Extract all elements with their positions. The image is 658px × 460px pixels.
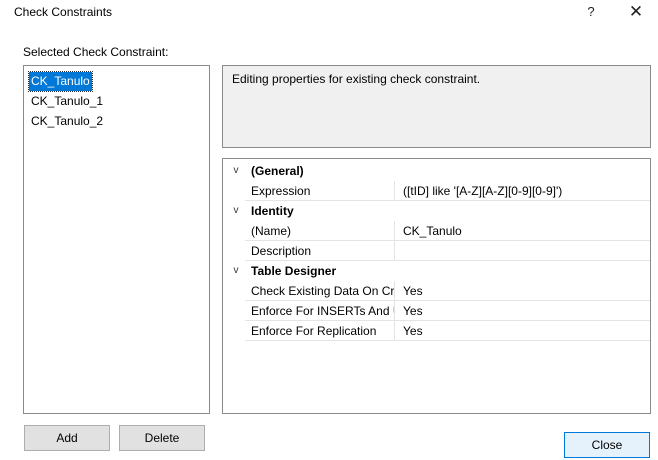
selected-constraint-label: Selected Check Constraint: [23,45,169,59]
category-row-general[interactable]: v (General) [223,161,650,181]
help-button[interactable]: ? [580,1,602,23]
property-value[interactable]: Yes [395,321,650,341]
add-button[interactable]: Add [24,425,110,451]
delete-button[interactable]: Delete [119,425,205,451]
property-row[interactable]: Description [223,241,650,261]
property-row[interactable]: Expression ([tID] like '[A-Z][A-Z][0-9][… [223,181,650,201]
property-value[interactable]: Yes [395,301,650,321]
title-bar: Check Constraints ? ✕ [0,0,658,26]
description-panel: Editing properties for existing check co… [222,65,651,148]
property-name: (Name) [245,221,395,241]
chevron-down-icon[interactable]: v [229,161,243,181]
property-name: Expression [245,181,395,201]
property-value[interactable]: ([tID] like '[A-Z][A-Z][0-9][0-9]') [395,181,650,201]
property-name: Description [245,241,395,261]
list-item[interactable]: CK_Tanulo_1 [29,92,105,111]
property-grid[interactable]: v (General) Expression ([tID] like '[A-Z… [222,158,651,414]
property-name: Check Existing Data On Cr [245,281,395,301]
close-button[interactable]: Close [564,432,650,458]
description-text: Editing properties for existing check co… [232,72,481,86]
category-name: Identity [251,204,294,218]
property-row[interactable]: Check Existing Data On Cr Yes [223,281,650,301]
category-name: Table Designer [251,264,337,278]
property-row[interactable]: (Name) CK_Tanulo [223,221,650,241]
window-title: Check Constraints [14,5,113,19]
property-value[interactable]: CK_Tanulo [395,221,650,241]
list-item[interactable]: CK_Tanulo [28,71,93,92]
property-row[interactable]: Enforce For Replication Yes [223,321,650,341]
property-name: Enforce For INSERTs And U [245,301,395,321]
list-item[interactable]: CK_Tanulo_2 [29,112,105,131]
constraint-list[interactable]: CK_Tanulo CK_Tanulo_1 CK_Tanulo_2 [23,65,210,414]
category-row-identity[interactable]: v Identity [223,201,650,221]
category-name: (General) [251,164,304,178]
category-row-table-designer[interactable]: v Table Designer [223,261,650,281]
chevron-down-icon[interactable]: v [229,201,243,221]
close-icon[interactable]: ✕ [625,1,647,23]
property-name: Enforce For Replication [245,321,395,341]
chevron-down-icon[interactable]: v [229,261,243,281]
property-value[interactable] [395,241,650,261]
property-row[interactable]: Enforce For INSERTs And U Yes [223,301,650,321]
property-value[interactable]: Yes [395,281,650,301]
